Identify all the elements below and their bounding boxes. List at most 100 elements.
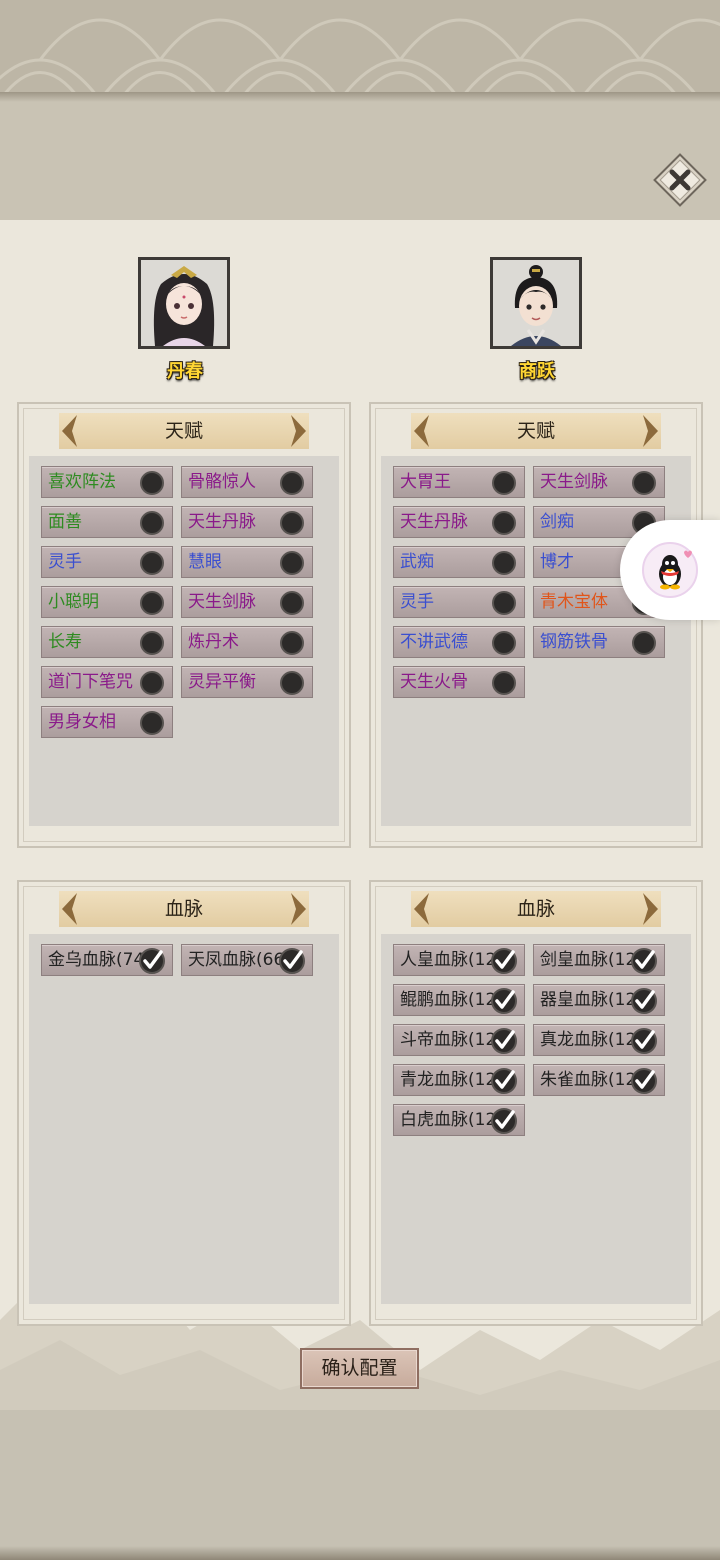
talent-label: 博才 (540, 552, 574, 572)
checkmark-icon (631, 948, 657, 974)
bloodline-label: 朱雀血脉(12 (540, 1070, 637, 1090)
wave-pattern (0, 0, 720, 100)
checkmark-icon (491, 1108, 517, 1134)
talent-label: 钢筋铁骨 (540, 632, 608, 652)
character-name: 商跃 (519, 361, 555, 382)
arrow-right-icon[interactable] (289, 413, 309, 449)
dot-icon (140, 711, 164, 735)
checkmark-icon (631, 1028, 657, 1054)
talent-label: 骨骼惊人 (188, 472, 256, 492)
checkmark-icon (491, 988, 517, 1014)
bloodline-label: 白虎血脉(12 (400, 1110, 497, 1130)
dot-icon (492, 591, 516, 615)
talent-item[interactable]: 炼丹术 (181, 626, 313, 658)
bloodline-item[interactable]: 器皇血脉(12 (533, 984, 665, 1016)
bloodline-item[interactable]: 真龙血脉(12 (533, 1024, 665, 1056)
ridge-divider (0, 92, 720, 102)
talent-label: 灵手 (400, 592, 434, 612)
arrow-right-icon[interactable] (641, 891, 661, 927)
checkmark-icon (279, 948, 305, 974)
talent-item[interactable]: 大胃王 (393, 466, 525, 498)
talent-panel-left: 天赋 喜欢阵法 骨骼惊人面善 天生丹脉灵手 慧眼 小聪明 天生剑脉 长寿 炼丹术 道门下笔咒 灵异… (17, 402, 351, 848)
talent-item[interactable]: 喜欢阵法 (41, 466, 173, 498)
talent-item[interactable]: 不讲武德 (393, 626, 525, 658)
dot-icon (492, 511, 516, 535)
talent-banner: 天赋 (411, 413, 661, 449)
bloodline-item[interactable]: 人皇血脉(12 (393, 944, 525, 976)
dot-icon (140, 671, 164, 695)
bloodline-label: 人皇血脉(12 (400, 950, 497, 970)
talent-item[interactable]: 武痴 (393, 546, 525, 578)
talent-item[interactable]: 长寿 (41, 626, 173, 658)
float-inner (642, 542, 698, 598)
bloodline-banner: 血脉 (59, 891, 309, 927)
talent-label: 喜欢阵法 (48, 472, 116, 492)
bloodline-item[interactable]: 金乌血脉(74 (41, 944, 173, 976)
bloodline-item[interactable]: 斗帝血脉(12 (393, 1024, 525, 1056)
checkmark-icon (631, 1068, 657, 1094)
talent-item[interactable]: 道门下笔咒 (41, 666, 173, 698)
bottom-band (0, 1410, 720, 1560)
checkmark-icon (491, 1068, 517, 1094)
bloodline-item[interactable]: 朱雀血脉(12 (533, 1064, 665, 1096)
talent-label: 面善 (48, 512, 82, 532)
character-left[interactable]: 丹春 (138, 257, 232, 383)
talent-label: 青木宝体 (540, 592, 608, 612)
panel-title: 天赋 (164, 420, 203, 442)
talent-item[interactable]: 天生丹脉 (393, 506, 525, 538)
dot-icon (492, 551, 516, 575)
talent-label: 天生剑脉 (540, 472, 608, 492)
talent-item[interactable]: 骨骼惊人 (181, 466, 313, 498)
bloodline-label: 真龙血脉(12 (540, 1030, 637, 1050)
talent-label: 炼丹术 (188, 632, 239, 652)
arrow-right-icon[interactable] (289, 891, 309, 927)
dot-icon (140, 511, 164, 535)
checkmark-icon (139, 948, 165, 974)
checkmark-icon (491, 948, 517, 974)
arrow-right-icon[interactable] (641, 413, 661, 449)
talent-item[interactable]: 慧眼 (181, 546, 313, 578)
talent-item[interactable]: 面善 (41, 506, 173, 538)
close-button[interactable] (652, 152, 708, 208)
talent-item[interactable]: 小聪明 (41, 586, 173, 618)
config-panel: 丹春 商跃 天赋 喜欢阵法 骨骼惊人 面善 天生丹脉 灵手慧眼 小聪明 天生剑脉… (0, 220, 720, 1410)
talent-item[interactable]: 灵手 (393, 586, 525, 618)
talent-item[interactable]: 男身女相 (41, 706, 173, 738)
arrow-left-icon[interactable] (411, 413, 431, 449)
bloodline-panel-right: 血脉 人皇血脉(12 剑皇血脉(12 鲲鹏血脉(12 器皇血脉(12 斗帝血脉(12 真龙… (369, 880, 703, 1326)
dot-icon (492, 671, 516, 695)
talent-label: 男身女相 (48, 712, 116, 732)
bloodline-item[interactable]: 青龙血脉(12 (393, 1064, 525, 1096)
talent-label: 灵手 (48, 552, 82, 572)
talent-item[interactable]: 灵手 (41, 546, 173, 578)
panel-title: 血脉 (164, 898, 203, 920)
bloodline-item[interactable]: 剑皇血脉(12 (533, 944, 665, 976)
talent-banner: 天赋 (59, 413, 309, 449)
checkmark-icon (491, 1028, 517, 1054)
close-icon (653, 153, 707, 207)
arrow-left-icon[interactable] (59, 891, 79, 927)
dot-icon (632, 471, 656, 495)
floating-qq-button[interactable] (620, 520, 720, 620)
talent-item[interactable]: 天生剑脉 (533, 466, 665, 498)
talent-item[interactable]: 天生火骨 (393, 666, 525, 698)
bloodline-label: 天凤血脉(66 (188, 950, 285, 970)
dot-icon (140, 471, 164, 495)
talent-label: 大胃王 (400, 472, 451, 492)
talent-item[interactable]: 天生丹脉 (181, 506, 313, 538)
talent-item[interactable]: 灵异平衡 (181, 666, 313, 698)
arrow-left-icon[interactable] (59, 413, 79, 449)
bloodline-item[interactable]: 鲲鹏血脉(12 (393, 984, 525, 1016)
bloodline-item[interactable]: 天凤血脉(66 (181, 944, 313, 976)
talent-label: 天生剑脉 (188, 592, 256, 612)
dot-icon (280, 471, 304, 495)
talent-item[interactable]: 天生剑脉 (181, 586, 313, 618)
panel-title: 天赋 (516, 420, 555, 442)
arrow-left-icon[interactable] (411, 891, 431, 927)
dot-icon (140, 591, 164, 615)
confirm-config-button[interactable]: 确认配置 (300, 1348, 419, 1389)
panel-title: 血脉 (516, 898, 555, 920)
character-right[interactable]: 商跃 (490, 257, 584, 383)
bloodline-item[interactable]: 白虎血脉(12 (393, 1104, 525, 1136)
talent-item[interactable]: 钢筋铁骨 (533, 626, 665, 658)
